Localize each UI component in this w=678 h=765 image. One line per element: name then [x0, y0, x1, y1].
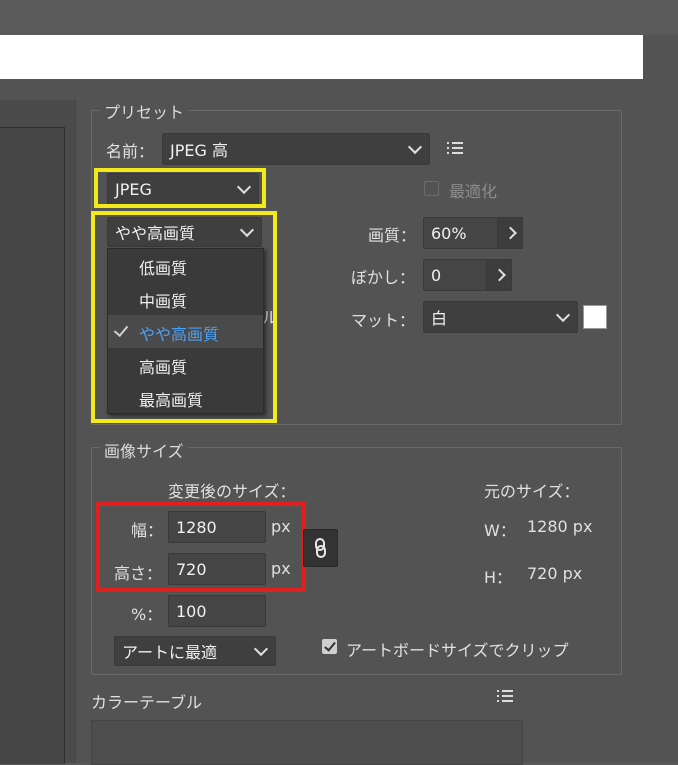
matte-dropdown[interactable]: 白	[423, 301, 578, 333]
optimize-checkbox[interactable]	[424, 181, 439, 196]
clip-to-artboard-checkbox[interactable]	[322, 639, 337, 654]
original-size-label: 元のサイズ：	[484, 482, 580, 501]
original-height-label: H：	[484, 568, 513, 587]
matte-color-swatch[interactable]	[583, 305, 607, 329]
constrain-proportions-button[interactable]	[303, 529, 338, 567]
format-highlight-box	[94, 168, 266, 208]
preset-legend: プリセット	[100, 99, 189, 123]
right-strip	[643, 35, 678, 763]
matte-label: マット：	[351, 311, 416, 330]
color-table-menu-icon[interactable]	[497, 690, 513, 703]
quality-input[interactable]: 60%	[423, 217, 498, 249]
chevron-down-icon	[555, 307, 571, 323]
clip-to-artboard-label: アートボードサイズでクリップ	[346, 641, 569, 660]
preview-canvas	[0, 127, 65, 764]
quality-stepper-button[interactable]	[497, 217, 523, 249]
link-icon	[315, 538, 326, 558]
chevron-right-icon	[504, 226, 517, 240]
original-width-value: 1280 px	[527, 517, 593, 536]
blur-input[interactable]: 0	[423, 259, 487, 291]
size-highlight-box	[96, 502, 306, 592]
chevron-down-icon	[253, 641, 269, 657]
chevron-down-icon	[407, 139, 423, 155]
image-size-legend: 画像サイズ	[100, 438, 188, 462]
original-height-value: 720 px	[527, 564, 583, 583]
percent-label: %：	[131, 605, 163, 624]
top-bar	[0, 35, 643, 79]
blur-stepper-button[interactable]	[486, 259, 512, 291]
quality-highlight-box	[91, 211, 277, 423]
color-table-label: カラーテーブル	[91, 693, 203, 712]
percent-input[interactable]: 100	[168, 595, 266, 627]
chevron-right-icon	[493, 268, 506, 282]
fit-dropdown[interactable]: アートに最適	[114, 636, 276, 666]
preset-name-dropdown[interactable]: JPEG 高	[162, 133, 430, 165]
quality-label: 画質：	[368, 226, 417, 245]
optimize-label: 最適化	[449, 182, 498, 201]
preset-menu-icon[interactable]	[447, 142, 463, 155]
new-size-label: 変更後のサイズ：	[168, 482, 296, 501]
blur-label: ぼかし：	[351, 268, 416, 287]
color-table-panel	[91, 720, 523, 765]
original-width-label: W：	[484, 521, 516, 540]
preset-name-label: 名前：	[106, 142, 155, 161]
